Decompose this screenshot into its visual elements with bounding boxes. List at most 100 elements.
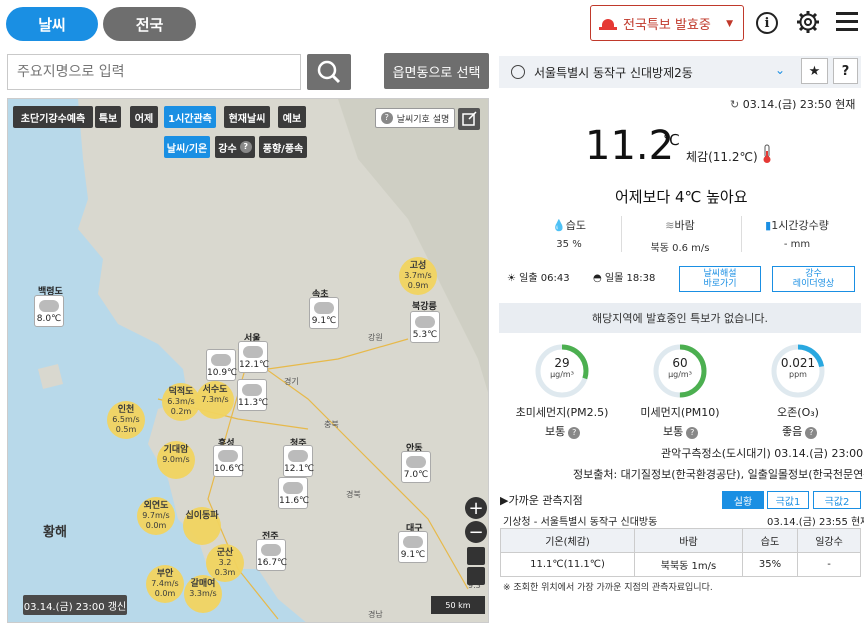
select-town-button[interactable]: 읍면동으로 선택: [384, 53, 489, 89]
help-icon[interactable]: ?: [686, 427, 699, 439]
sea-station-marker[interactable]: 기대암 9.0m/s: [157, 441, 195, 479]
weather-commentary-button[interactable]: 날씨해설 바로가기: [679, 266, 761, 292]
gear-icon[interactable]: [796, 10, 820, 34]
station-marker[interactable]: 16.7℃: [256, 539, 287, 571]
help-icon: ?: [239, 141, 252, 153]
sea-station-wind: 6.3m/s: [167, 397, 195, 406]
col-daily-rain: 일강수: [797, 528, 861, 553]
info-icon[interactable]: i: [756, 12, 778, 34]
btn-current-obs[interactable]: 실황: [722, 491, 764, 509]
warning-status: 해당지역에 발효중인 특보가 없습니다.: [499, 303, 861, 333]
refresh-icon[interactable]: ↻: [730, 98, 739, 111]
pm10-name: 미세먼지(PM10): [640, 406, 720, 419]
pm25-name: 초미세먼지(PM2.5): [515, 406, 609, 419]
weather-symbol-legend-button[interactable]: ? 날씨기호 설명: [375, 108, 455, 128]
sea-station-marker[interactable]: 고성 3.7m/s 0.9m: [399, 257, 437, 295]
map-btn-precip-label: 강수: [218, 143, 237, 155]
help-icon[interactable]: ?: [805, 427, 818, 439]
divider: [621, 216, 622, 252]
map-btn-weather-temp[interactable]: 날씨/기온: [164, 136, 210, 158]
nationwide-alert-dropdown[interactable]: 전국특보 발효중 ▼: [590, 5, 744, 41]
sea-station-marker[interactable]: 부안 7.4m/s 0.0m: [146, 565, 184, 603]
sea-station-name: 인천: [117, 405, 135, 415]
layers-icon[interactable]: [467, 567, 485, 585]
sea-station-marker[interactable]: 십이동파: [183, 507, 221, 545]
sea-station-marker[interactable]: 서수도 7.3m/s: [196, 381, 234, 419]
help-icon[interactable]: ?: [568, 427, 581, 439]
province-label: 충북: [324, 420, 339, 429]
sea-station-marker[interactable]: 덕적도 6.3m/s 0.2m: [162, 383, 200, 421]
sea-station-wind: 3.3m/s: [189, 589, 217, 598]
station-temp: 11.6℃: [279, 496, 310, 506]
help-button[interactable]: ?: [833, 58, 858, 84]
thermometer-icon: [763, 144, 771, 163]
radar-image-button[interactable]: 강수 레이더영상: [772, 266, 855, 292]
sea-station-marker[interactable]: 인천 6.5m/s 0.5m: [107, 401, 145, 439]
pm25-value: 29: [554, 356, 570, 370]
pm10-gauge: 60 μg/m³: [652, 343, 708, 399]
map-btn-precip[interactable]: 강수?: [215, 136, 255, 158]
air-quality-station: 관악구측정소(도시대기) 03.14.(금) 23:00 기준: [661, 447, 864, 460]
map-btn-warning[interactable]: 특보: [95, 106, 121, 128]
map-btn-forecast[interactable]: 예보: [278, 106, 306, 128]
chevron-down-icon[interactable]: ⌄: [775, 63, 785, 77]
sea-station-marker[interactable]: 외연도 9.7m/s 0.0m: [137, 497, 175, 535]
humidity-label: 💧습도: [552, 219, 586, 232]
search-input[interactable]: [7, 54, 301, 90]
tab-nation[interactable]: 전국: [103, 7, 196, 41]
station-marker[interactable]: 5.3℃: [410, 311, 440, 343]
ozone-value: 0.021: [780, 356, 816, 370]
btn-extreme1[interactable]: 극값1: [767, 491, 809, 509]
favorite-star-button[interactable]: ★: [801, 58, 828, 84]
weather-map[interactable]: 초단기강수예측 특보 어제 1시간관측 현재날씨 예보 날씨/기온 강수? 풍향…: [7, 98, 489, 623]
sea-station-marker[interactable]: 갈매여 3.3m/s: [184, 575, 222, 613]
sea-station-wave: 0.0m: [145, 521, 167, 530]
menu-icon[interactable]: [836, 12, 858, 32]
map-btn-current-weather[interactable]: 현재날씨: [224, 106, 270, 128]
station-temp: 9.1℃: [400, 550, 426, 560]
sunset: ◓ 일몰 18:38: [593, 273, 656, 284]
map-btn-wind[interactable]: 풍향/풍속: [259, 136, 307, 158]
sea-station-wave: 0.5m: [115, 425, 137, 434]
station-temp: 10.6℃: [214, 464, 245, 474]
zoom-out-button[interactable]: −: [465, 521, 487, 543]
station-marker[interactable]: 12.1℃: [238, 341, 269, 373]
cloud-icon: [261, 544, 281, 556]
station-marker[interactable]: 9.1℃: [398, 531, 428, 563]
sea-station-wave: 0.3m: [214, 568, 236, 577]
map-btn-hourly-obs[interactable]: 1시간관측: [164, 106, 216, 128]
data-source: 정보출처: 대기질정보(한국환경공단), 일출일몰정보(한국천문연구원): [573, 468, 864, 481]
sea-station-name: 서수도: [202, 385, 228, 395]
sea-station-wave: 0.9m: [407, 281, 429, 290]
zoom-in-button[interactable]: +: [465, 497, 487, 519]
pm25-unit: μg/m³: [550, 370, 574, 379]
sea-station-wave: 0.2m: [170, 407, 192, 416]
map-btn-yesterday[interactable]: 어제: [130, 106, 158, 128]
map-btn-rain-forecast[interactable]: 초단기강수예측: [13, 106, 93, 128]
tab-weather[interactable]: 날씨: [6, 7, 98, 41]
expand-map-icon[interactable]: [458, 108, 480, 130]
obs-time-label: 03.14.(금) 23:50 현재: [742, 98, 856, 111]
station-temp: 7.0℃: [403, 470, 429, 480]
cloud-icon: [218, 450, 238, 462]
station-marker[interactable]: 10.6℃: [213, 445, 245, 477]
btn-extreme2[interactable]: 극값2: [813, 491, 861, 509]
table-row: 11.1℃(11.1℃) 북북동 1m/s 35% -: [500, 552, 861, 577]
station-marker[interactable]: 7.0℃: [401, 451, 431, 483]
location-target-icon: [511, 65, 525, 79]
station-marker[interactable]: 9.1℃: [309, 297, 339, 329]
calendar-icon[interactable]: [467, 547, 485, 565]
ozone-name: 오존(O₃): [777, 406, 819, 419]
cloud-icon: [283, 482, 303, 494]
location-name: 서울특별시 동작구 신대방제2동: [534, 66, 693, 80]
station-marker[interactable]: 8.0℃: [34, 295, 64, 327]
map-scale: 50 km: [431, 596, 485, 614]
station-marker[interactable]: 11.3℃: [237, 379, 268, 411]
search-button[interactable]: [307, 54, 351, 90]
station-marker[interactable]: 12.1℃: [283, 445, 314, 477]
cloud-icon: [39, 300, 59, 312]
station-marker[interactable]: 10.9℃: [206, 349, 237, 381]
station-marker[interactable]: 11.6℃: [278, 477, 310, 509]
sea-station-name: 외연도: [143, 501, 169, 511]
cell-daily-rain: -: [797, 552, 861, 577]
